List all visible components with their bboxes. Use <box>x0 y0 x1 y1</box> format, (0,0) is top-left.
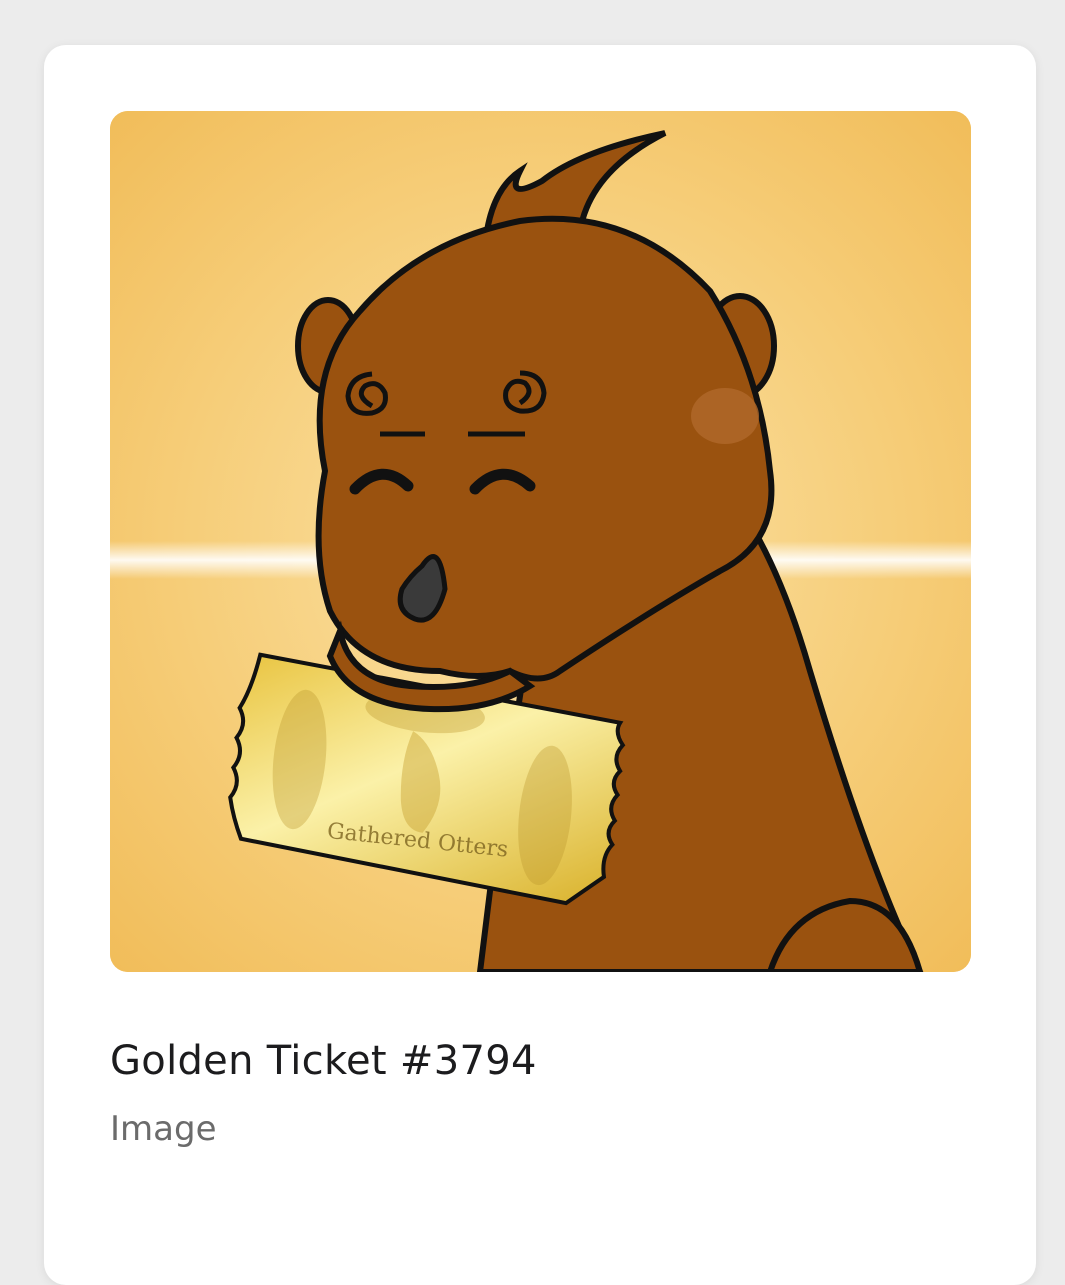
otter-illustration-icon: Gathered Otters <box>110 111 971 972</box>
nft-card[interactable]: Gathered Otters Golden Ticket #3794 Imag… <box>44 45 1036 1285</box>
media-type-label: Image <box>110 1109 217 1149</box>
nft-artwork-image[interactable]: Gathered Otters <box>110 111 971 972</box>
nft-title: Golden Ticket #3794 <box>110 1038 537 1084</box>
